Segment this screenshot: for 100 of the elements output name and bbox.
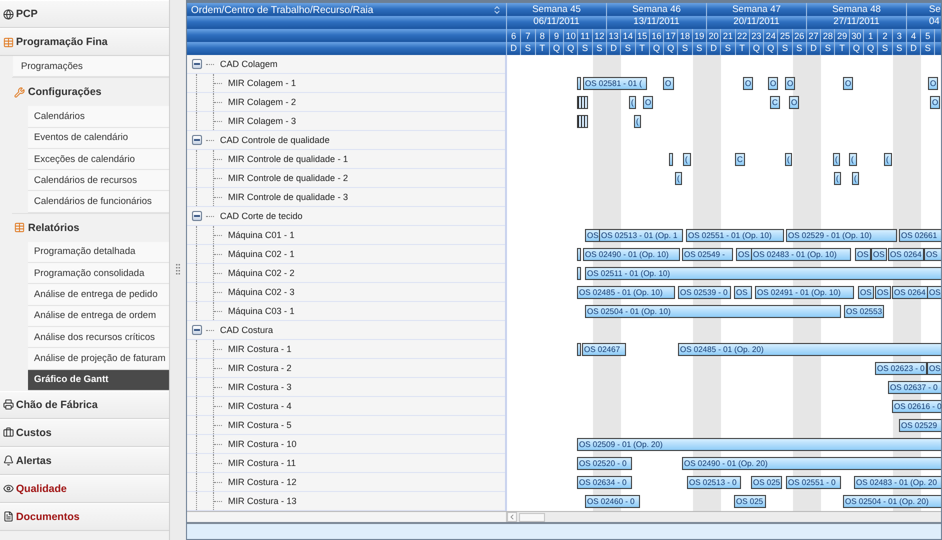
menu-item[interactable]: Gráfico de Gantt	[28, 370, 169, 391]
menu-section[interactable]: Qualidade	[0, 474, 169, 503]
tree-resource-label[interactable]: MIR Colagem - 2	[228, 97, 296, 107]
tree-resource-label[interactable]: MIR Controle de qualidade - 1	[228, 154, 348, 164]
task-bar[interactable]: (	[683, 153, 691, 166]
menu-section[interactable]: Programação Fina	[0, 28, 169, 56]
tree-resource-label[interactable]: Máquina C02 - 2	[228, 268, 295, 278]
task-bar[interactable]: OS	[871, 248, 887, 261]
menu-item[interactable]: Programação consolidada	[28, 263, 169, 284]
menu-item[interactable]: Análise de entrega de pedido	[28, 284, 169, 306]
task-bar[interactable]: OS 02581 - 01 (	[583, 77, 647, 90]
task-bar[interactable]: OS	[734, 286, 752, 299]
task-bar[interactable]: OS 02616 - 0	[892, 400, 941, 413]
tree-group-label[interactable]: CAD Corte de tecido	[220, 211, 303, 221]
task-bar[interactable]: OS 02490 - 01 (Op. 10)	[583, 248, 680, 261]
task-bar[interactable]: OS 02491 - 01 (Op. 10)	[755, 286, 854, 299]
tree-resource-label[interactable]: MIR Controle de qualidade - 2	[228, 173, 348, 183]
grip-icon[interactable]	[176, 264, 180, 276]
task-bar[interactable]	[669, 153, 673, 166]
tree-resource-label[interactable]: MIR Costura - 13	[228, 496, 297, 506]
menu-item[interactable]: Exceções de calendário	[28, 148, 169, 170]
task-bar[interactable]: O	[789, 96, 800, 109]
task-bar[interactable]: O	[930, 96, 940, 109]
task-bar[interactable]: OS 02513 - 0	[687, 476, 741, 489]
task-bar[interactable]: OS 0264	[892, 286, 928, 299]
task-bar[interactable]: (	[834, 172, 841, 185]
task-bar[interactable]: OS 02529 - 01 (Op. 10)	[786, 229, 897, 242]
tree-resource-label[interactable]: MIR Colagem - 3	[228, 116, 296, 126]
task-bar[interactable]: (	[849, 153, 857, 166]
task-bar[interactable]: (	[833, 153, 840, 166]
tree-group-label[interactable]: CAD Controle de qualidade	[220, 135, 330, 145]
task-bar[interactable]: OS 02623 - 0	[875, 362, 927, 375]
task-bar[interactable]: OS 02509 - 01 (Op. 20)	[577, 438, 941, 451]
task-bar[interactable]: C	[735, 153, 745, 166]
collapse-toggle[interactable]	[192, 135, 202, 145]
task-bar[interactable]: O	[768, 77, 778, 90]
task-bar[interactable]	[577, 77, 581, 90]
menu-section[interactable]: Custos	[0, 418, 169, 447]
task-bar[interactable]: OS 02511 - 01 (Op. 10)	[585, 267, 941, 280]
striped-bar[interactable]	[577, 96, 588, 109]
tree-resource-label[interactable]: Máquina C02 - 1	[228, 249, 295, 259]
task-bar[interactable]: O	[928, 77, 938, 90]
tree-group-label[interactable]: CAD Colagem	[220, 59, 278, 69]
menu-section[interactable]: Documentos	[0, 502, 169, 531]
tree-resource-label[interactable]: MIR Costura - 11	[228, 458, 296, 468]
task-bar[interactable]: OS 02483 - 01 (Op. 20	[854, 476, 941, 489]
task-bar[interactable]: C	[770, 96, 780, 109]
menu-section[interactable]: PCP	[0, 0, 169, 28]
task-bar[interactable]	[577, 248, 581, 261]
menu-item[interactable]: Análise de projeção de faturam	[28, 348, 169, 370]
scrollbar[interactable]	[507, 512, 941, 522]
task-bar[interactable]: O	[643, 96, 654, 109]
task-bar[interactable]: OS	[924, 248, 941, 261]
menu-item[interactable]: Análise de entrega de ordem	[28, 306, 169, 327]
task-bar[interactable]: OS	[855, 248, 871, 261]
scroll-thumb[interactable]	[519, 512, 545, 522]
tree-resource-label[interactable]: Máquina C01 - 1	[228, 230, 295, 240]
menu-item[interactable]: Calendários	[28, 106, 169, 128]
menu-item[interactable]: Programações	[13, 56, 169, 78]
task-bar[interactable]: (	[629, 96, 636, 109]
task-bar[interactable]: (	[675, 172, 682, 185]
tree-resource-label[interactable]: MIR Costura - 3	[228, 382, 292, 392]
collapse-toggle[interactable]	[192, 325, 202, 335]
tree-resource-label[interactable]: MIR Controle de qualidade - 3	[228, 192, 348, 202]
tree-resource-label[interactable]: MIR Costura - 1	[228, 344, 292, 354]
task-bar[interactable]: O	[785, 77, 796, 90]
task-bar[interactable]: OS 02520 - 0	[577, 457, 632, 470]
task-bar[interactable]: OS 025	[734, 495, 766, 508]
task-bar[interactable]: (	[785, 153, 792, 166]
tree-resource-label[interactable]: MIR Costura - 10	[228, 439, 297, 449]
task-bar[interactable]: O	[843, 77, 854, 90]
task-bar[interactable]: OS 02634 - 0	[577, 476, 632, 489]
menu-item[interactable]: Calendários de recursos	[28, 170, 169, 192]
task-bar[interactable]: OS 02661	[899, 229, 941, 242]
task-bar[interactable]: OS 02549 -	[682, 248, 733, 261]
task-bar[interactable]: OS 02490 - 01 (Op. 20)	[682, 457, 941, 470]
task-bar[interactable]	[577, 343, 581, 356]
task-bar[interactable]: OS 02504 - 01 (Op. 20)	[843, 495, 941, 508]
collapse-toggle[interactable]	[192, 211, 202, 221]
task-bar[interactable]: (	[884, 153, 892, 166]
task-bar[interactable]: OS 025	[751, 476, 782, 489]
task-bar[interactable]: OS 02539 - 0	[678, 286, 731, 299]
collapse-toggle[interactable]	[192, 59, 202, 69]
task-bar[interactable]: OS	[736, 248, 752, 261]
task-bar[interactable]	[577, 267, 581, 280]
task-bar[interactable]: OS	[927, 286, 941, 299]
task-bar[interactable]: OS 02485 - 01 (Op. 10)	[577, 286, 675, 299]
menu-item[interactable]: Análise dos recursos críticos	[28, 326, 169, 348]
task-bar[interactable]: OS 02551 - 01 (Op. 10)	[686, 229, 784, 242]
menu-item[interactable]: Calendários de funcionários	[28, 191, 169, 213]
menu-section[interactable]: Alertas	[0, 446, 169, 475]
tree-resource-label[interactable]: MIR Costura - 12	[228, 477, 297, 487]
task-bar[interactable]: OS 02504 - 01 (Op. 10)	[585, 305, 841, 318]
task-bar[interactable]: OS 02483 - 01 (Op. 10)	[751, 248, 851, 261]
tree-group-label[interactable]: CAD Costura	[220, 325, 274, 335]
task-bar[interactable]: OS 02529	[899, 419, 941, 432]
menu-item[interactable]: Programação detalhada	[28, 242, 169, 264]
task-bar[interactable]: OS	[927, 362, 941, 375]
task-bar[interactable]: OS 02467	[582, 343, 626, 356]
task-bar[interactable]: OS 02551 - 0	[786, 476, 841, 489]
